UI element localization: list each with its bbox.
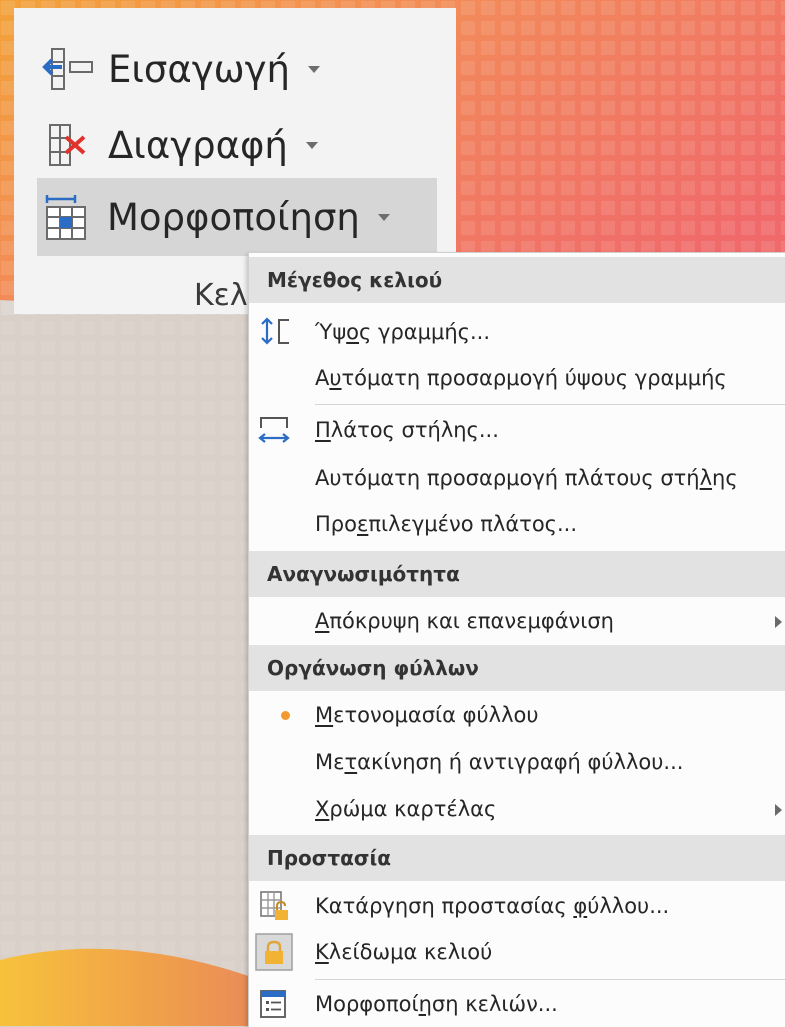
section-header-organize-sheets: Οργάνωση φύλλων — [249, 645, 785, 691]
menu-item-default-width[interactable]: Προεπιλεγμένο πλάτος... — [249, 501, 785, 547]
format-dropdown-menu: Μέγεθος κελιού Ύψος γραμμής... Αυτόματη … — [248, 252, 785, 1027]
menu-item-autofit-column-width[interactable]: Αυτόματη προσαρμογή πλάτους στήλης — [249, 455, 785, 501]
insert-button[interactable]: Εισαγωγή — [38, 30, 418, 108]
submenu-arrow-icon — [775, 616, 782, 628]
format-button[interactable]: Μορφοποίηση — [37, 178, 437, 256]
menu-item-label: Κατάργηση προστασίας φύλλου... — [315, 894, 670, 918]
menu-item-row-height[interactable]: Ύψος γραμμής... — [249, 309, 785, 355]
menu-item-lock-cell[interactable]: Κλείδωμα κελιού — [249, 929, 785, 975]
format-cells-dialog-icon — [260, 990, 286, 1018]
menu-separator — [315, 979, 785, 980]
format-label: Μορφοποίηση — [107, 195, 360, 239]
menu-item-label: Ύψος γραμμής... — [315, 320, 491, 344]
menu-item-rename-sheet[interactable]: Μετονομασία φύλλου — [249, 692, 785, 738]
section-header-protection: Προστασία — [249, 835, 785, 881]
bullet-icon — [281, 711, 290, 720]
menu-item-tab-color[interactable]: Χρώμα καρτέλας — [249, 786, 785, 832]
menu-item-column-width[interactable]: Πλάτος στήλης... — [249, 407, 785, 453]
menu-item-move-copy-sheet[interactable]: Μετακίνηση ή αντιγραφή φύλλου... — [249, 739, 785, 785]
menu-item-label: Απόκρυψη και επανεμφάνιση — [315, 609, 614, 633]
section-header-cell-size: Μέγεθος κελιού — [249, 257, 785, 303]
row-height-icon — [261, 317, 289, 345]
menu-item-label: Πλάτος στήλης... — [315, 418, 499, 442]
menu-item-label: Μετονομασία φύλλου — [315, 703, 539, 727]
insert-dropdown-arrow-icon[interactable] — [307, 65, 320, 73]
delete-button[interactable]: Διαγραφή — [38, 106, 418, 184]
menu-item-label: Χρώμα καρτέλας — [315, 797, 497, 821]
unprotect-sheet-icon — [260, 891, 288, 920]
menu-item-autofit-row-height[interactable]: Αυτόματη προσαρμογή ύψους γραμμής — [249, 355, 785, 401]
section-header-visibility: Αναγνωσιμότητα — [249, 551, 785, 597]
menu-item-hide-unhide[interactable]: Απόκρυψη και επανεμφάνιση — [249, 598, 785, 644]
column-width-icon — [258, 417, 290, 443]
delete-dropdown-arrow-icon[interactable] — [305, 141, 318, 149]
delete-label: Διαγραφή — [108, 123, 288, 167]
menu-item-unprotect-sheet[interactable]: Κατάργηση προστασίας φύλλου... — [249, 883, 785, 929]
insert-cells-icon — [42, 48, 93, 90]
insert-label: Εισαγωγή — [108, 47, 290, 91]
lock-icon — [255, 933, 293, 971]
menu-item-label: Προεπιλεγμένο πλάτος... — [315, 512, 578, 536]
menu-item-label: Αυτόματη προσαρμογή ύψους γραμμής — [315, 366, 727, 390]
format-dropdown-arrow-icon[interactable] — [377, 213, 390, 221]
group-label: Κελ — [194, 278, 248, 313]
menu-item-label: Κλείδωμα κελιού — [315, 940, 493, 964]
menu-separator — [315, 404, 785, 405]
delete-cells-icon — [49, 124, 86, 166]
menu-item-label: Μορφοποίηση κελιών... — [315, 992, 558, 1016]
format-cells-icon — [45, 195, 86, 240]
menu-item-label: Αυτόματη προσαρμογή πλάτους στήλης — [315, 466, 738, 490]
menu-item-label: Μετακίνηση ή αντιγραφή φύλλου... — [315, 750, 684, 774]
menu-item-format-cells[interactable]: Μορφοποίηση κελιών... — [249, 981, 785, 1027]
submenu-arrow-icon — [775, 804, 782, 816]
